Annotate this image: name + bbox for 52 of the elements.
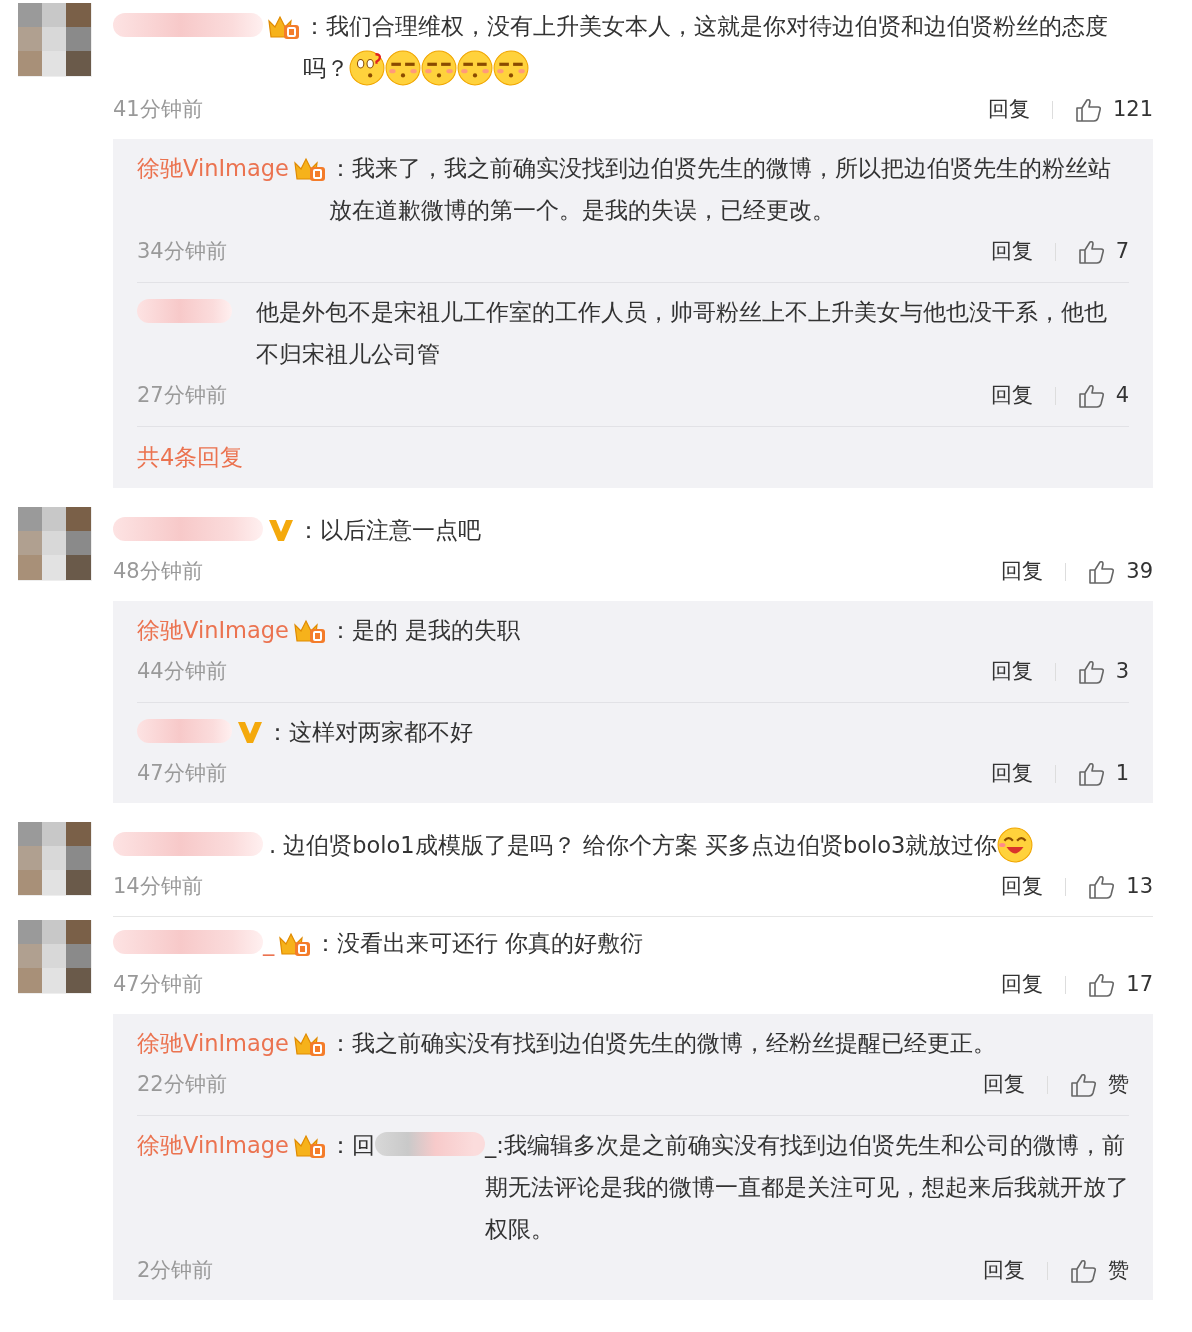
- comment-text: ：是的 是我的失职: [328, 616, 522, 645]
- timestamp: 48分钟前: [113, 558, 203, 586]
- comment-text: ：我们合理维权，没有上升美女本人，这就是你对待边伯贤和边伯贤粉丝的态度吗？: [303, 13, 1108, 81]
- timestamp: 2分钟前: [137, 1257, 214, 1285]
- thumbs-up-icon: [1074, 97, 1103, 123]
- timestamp: 22分钟前: [137, 1071, 227, 1099]
- thumbs-up-icon: [1088, 874, 1117, 900]
- reply-link[interactable]: 回复: [983, 1069, 1025, 1101]
- like-count: 39: [1126, 558, 1153, 586]
- timestamp: 41分钟前: [113, 96, 203, 124]
- reply-link[interactable]: 回复: [990, 380, 1033, 412]
- like-count: 赞: [1108, 1257, 1129, 1285]
- reply-link[interactable]: 回复: [1001, 969, 1044, 1001]
- timestamp: 14分钟前: [113, 873, 203, 901]
- thumbs-up-icon: [1077, 659, 1106, 685]
- comment-text: . 边伯贤bolo1成模版了是吗？ 给你个方案 买多点边伯贤bolo3就放过你: [269, 832, 998, 858]
- thumbs-up-icon: [1070, 1072, 1098, 1098]
- like-count: 17: [1126, 971, 1153, 999]
- comment-text: ：我来了，我之前确实没找到边伯贤先生的微博，所以把边伯贤先生的粉丝站放在道歉微博的第一个。是我的失误，已经更改。: [328, 154, 1112, 225]
- like-count: 4: [1115, 382, 1129, 410]
- like-count: 13: [1126, 873, 1153, 901]
- timestamp: 44分钟前: [137, 658, 227, 686]
- like-count: 赞: [1108, 1071, 1129, 1099]
- like-count: 121: [1112, 96, 1153, 124]
- reply-link[interactable]: 回复: [990, 656, 1033, 688]
- comment-text: _:我编辑多次是之前确实没有找到边伯贤先生和公司的微博，前期无法评论是我的微博一直都是关注可见，想起来后我就开放了权限。: [484, 1131, 1129, 1244]
- like-count: 7: [1115, 238, 1129, 266]
- reply-link[interactable]: 回复: [987, 94, 1030, 126]
- comment-text: ：没看出来可还行 你真的好敷衍: [314, 929, 645, 958]
- comment-text: ：我之前确实没有找到边伯贤先生的微博，经粉丝提醒已经更正。: [328, 1029, 997, 1058]
- thumbs-up-icon: [1077, 383, 1106, 409]
- timestamp: 27分钟前: [137, 382, 227, 410]
- comment-text: ：这样对两家都不好: [266, 718, 474, 747]
- mention-text: 回: [351, 1131, 375, 1160]
- comment-text: ：: [328, 1131, 352, 1160]
- like-count: 1: [1115, 760, 1129, 788]
- reply-link[interactable]: 回复: [990, 758, 1033, 790]
- thumbs-up-icon: [1077, 239, 1106, 265]
- like-count: 3: [1115, 658, 1129, 686]
- reply-link[interactable]: 回复: [1001, 556, 1044, 588]
- thumbs-up-icon: [1077, 761, 1106, 787]
- comment-text: ：以后注意一点吧: [297, 516, 482, 545]
- timestamp: 47分钟前: [137, 760, 227, 788]
- reply-link[interactable]: 回复: [990, 236, 1033, 268]
- timestamp: 34分钟前: [137, 238, 227, 266]
- thumbs-up-icon: [1088, 972, 1117, 998]
- reply-link[interactable]: 回复: [1001, 871, 1044, 903]
- comment-text: 他是外包不是宋祖儿工作室的工作人员，帅哥粉丝上不上升美女与他也没干系，他也不归宋祖儿公司管: [256, 298, 1108, 369]
- thumbs-up-icon: [1088, 559, 1117, 585]
- reply-link[interactable]: 回复: [983, 1255, 1025, 1287]
- timestamp: 47分钟前: [113, 971, 203, 999]
- thumbs-up-icon: [1070, 1258, 1098, 1284]
